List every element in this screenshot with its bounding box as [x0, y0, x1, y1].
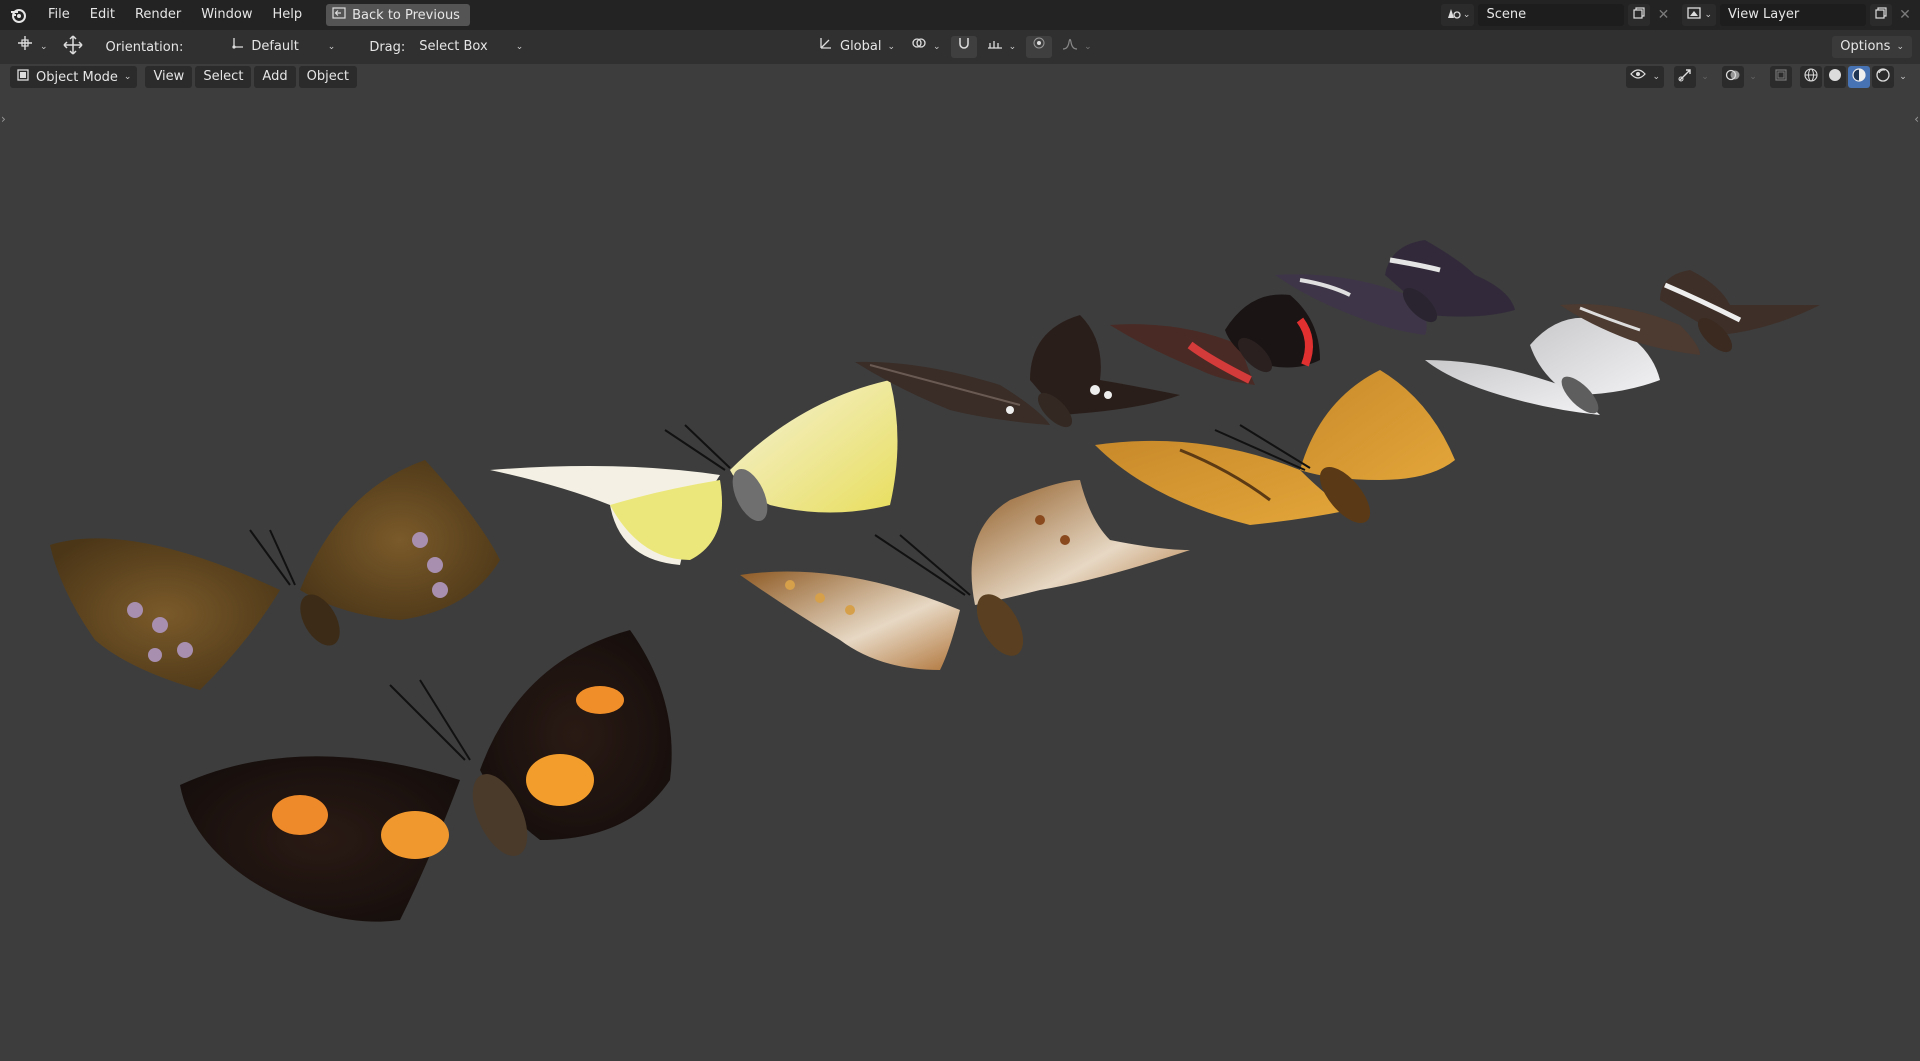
xray-toggle[interactable]	[1770, 66, 1792, 88]
object-mode-icon	[16, 68, 30, 86]
header-menu-select[interactable]: Select	[195, 66, 252, 88]
chevron-down-icon: ⌄	[1896, 42, 1904, 52]
wireframe-shading-button[interactable]	[1800, 66, 1822, 88]
new-scene-button[interactable]	[1628, 4, 1651, 26]
butterfly-brown-spotted[interactable]	[50, 460, 500, 690]
chevron-down-icon: ⌄	[1462, 10, 1471, 20]
copy-icon	[1633, 7, 1646, 23]
visibility-dropdown[interactable]: ⌄	[1626, 66, 1664, 88]
delete-view-layer-button[interactable]: ✕	[1896, 4, 1914, 26]
blender-logo-icon[interactable]	[8, 5, 28, 25]
object-mode-label: Object Mode	[36, 69, 118, 85]
options-button[interactable]: Options ⌄	[1832, 36, 1912, 58]
overlay-dropdown[interactable]: ⌄	[1746, 66, 1760, 88]
overlay-icon	[1725, 67, 1741, 87]
rendered-shading-button[interactable]	[1872, 66, 1894, 88]
header-menu-object[interactable]: Object	[298, 66, 357, 88]
transform-settings: Global ⌄ ⌄ ⌄ ⌄	[812, 36, 1098, 58]
orientation-dropdown[interactable]: Default ⌄	[225, 36, 342, 58]
chevron-down-icon: ⌄	[1704, 10, 1712, 20]
drag-dropdown[interactable]: Select Box ⌄	[413, 36, 530, 58]
copy-icon	[1875, 7, 1887, 23]
right-panel-toggle-icon[interactable]: ‹	[1914, 112, 1919, 126]
snap-icon	[957, 36, 971, 58]
chevron-down-icon: ⌄	[933, 42, 941, 52]
drag-label: Drag:	[369, 39, 406, 55]
transform-icon	[16, 35, 34, 59]
menu-edit[interactable]: Edit	[80, 0, 125, 30]
solid-shading-button[interactable]	[1824, 66, 1846, 88]
butterfly-dark-orange[interactable]	[180, 630, 672, 922]
butterfly-yellow-white[interactable]	[490, 380, 898, 565]
snap-target-dropdown[interactable]: ⌄	[980, 36, 1023, 58]
global-axis-icon	[818, 35, 834, 59]
delete-scene-button[interactable]: ✕	[1654, 4, 1672, 26]
gizmo-icon	[1677, 67, 1693, 87]
back-to-previous-button[interactable]: Back to Previous	[326, 4, 470, 26]
transform-orientation-dropdown[interactable]: Global ⌄	[812, 35, 902, 59]
chevron-down-icon: ⌄	[327, 42, 336, 52]
menu-file[interactable]: File	[38, 0, 80, 30]
snap-increment-icon	[987, 36, 1003, 58]
xray-icon	[1774, 68, 1788, 86]
tool-settings-bar: ⌄ Orientation: Default ⌄ Drag: Select Bo…	[0, 30, 1920, 64]
falloff-icon	[1062, 36, 1078, 58]
3d-viewport[interactable]: › ‹	[0, 90, 1920, 1057]
viewport-shading-controls: ⌄ ⌄ ⌄ ⌄	[1626, 66, 1910, 88]
chevron-down-icon: ⌄	[1084, 42, 1092, 52]
pivot-point-icon	[911, 36, 927, 58]
back-icon	[332, 7, 346, 23]
chevron-down-icon: ⌄	[515, 42, 524, 52]
chevron-down-icon: ⌄	[887, 42, 896, 52]
transform-tool-button[interactable]: ⌄	[10, 36, 54, 58]
drag-value: Select Box	[419, 39, 488, 54]
scene-name-field[interactable]: Scene	[1478, 4, 1625, 26]
proportional-edit-toggle[interactable]	[1026, 36, 1053, 58]
material-shading-button[interactable]	[1848, 66, 1870, 88]
menu-render[interactable]: Render	[125, 0, 191, 30]
header-menu-view[interactable]: View	[145, 66, 193, 88]
falloff-dropdown[interactable]: ⌄	[1056, 36, 1098, 58]
snap-toggle[interactable]	[950, 36, 977, 58]
view-layer-icon	[1686, 6, 1702, 24]
new-view-layer-button[interactable]	[1870, 4, 1892, 26]
gizmo-toggle[interactable]	[1674, 66, 1696, 88]
pivot-icon	[231, 36, 245, 58]
transform-orientation-value: Global	[840, 39, 882, 54]
top-bar: File Edit Render Window Help Back to Pre…	[0, 0, 1920, 30]
wireframe-icon	[1803, 67, 1819, 87]
material-icon	[1851, 67, 1867, 87]
scene-icon	[1445, 6, 1461, 24]
overlay-toggle[interactable]	[1722, 66, 1744, 88]
butterfly-red-black[interactable]	[1110, 294, 1320, 385]
pivot-point-dropdown[interactable]: ⌄	[905, 36, 947, 58]
orientation-value: Default	[251, 39, 299, 54]
chevron-down-icon: ⌄	[123, 72, 132, 82]
object-mode-dropdown[interactable]: Object Mode ⌄	[10, 66, 138, 88]
scene-controls: ⌄ Scene ✕ ⌄ View Layer ✕	[1440, 0, 1920, 30]
move-icon[interactable]	[62, 34, 84, 60]
visibility-icon	[1630, 66, 1647, 88]
menu-help[interactable]: Help	[263, 0, 313, 30]
shading-options-dropdown[interactable]: ⌄	[1896, 66, 1910, 88]
solid-icon	[1827, 67, 1843, 87]
back-to-previous-label: Back to Previous	[352, 7, 460, 23]
proportional-icon	[1032, 36, 1046, 58]
view-layer-selector-button[interactable]: ⌄	[1682, 4, 1716, 26]
viewport-scene	[50, 240, 1820, 922]
rendered-icon	[1875, 67, 1891, 87]
options-label: Options	[1840, 39, 1891, 54]
header-menu-add[interactable]: Add	[254, 66, 296, 88]
left-panel-toggle-icon[interactable]: ›	[1, 112, 6, 126]
orientation-label: Orientation:	[105, 39, 184, 55]
gizmo-dropdown[interactable]: ⌄	[1698, 66, 1712, 88]
view-layer-name-field[interactable]: View Layer	[1720, 4, 1866, 26]
scene-selector-button[interactable]: ⌄	[1440, 4, 1475, 26]
menu-window[interactable]: Window	[191, 0, 262, 30]
chevron-down-icon: ⌄	[1008, 42, 1017, 52]
